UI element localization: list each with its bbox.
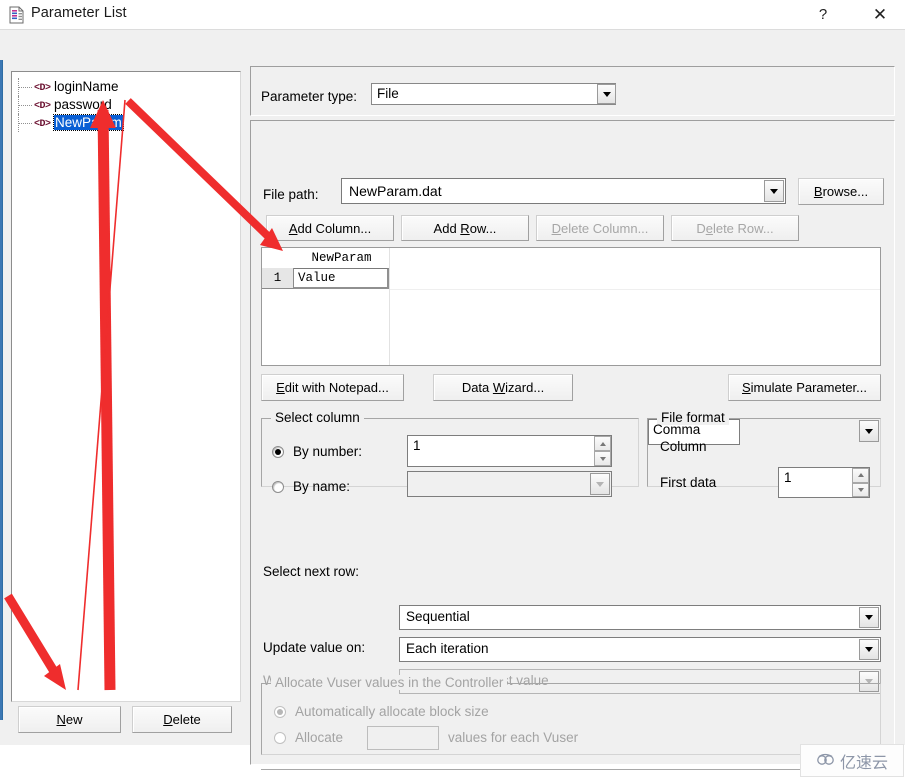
stepper-down-icon[interactable] — [852, 482, 869, 497]
update-value-on-value: Each iteration — [406, 641, 489, 656]
simulate-parameter-button[interactable]: Simulate Parameter... — [728, 374, 881, 401]
delete-button-mnemonic: D — [163, 712, 173, 727]
stepper-up-icon[interactable] — [852, 468, 869, 483]
select-column-legend: Select column — [271, 410, 364, 425]
grid-cell[interactable]: Value — [294, 268, 389, 289]
by-number-value: 1 — [413, 438, 421, 453]
left-accent-strip-inner — [0, 60, 2, 720]
cloud-icon — [816, 752, 836, 770]
parameter-tree[interactable]: <D> loginName <D> password <D> NewParam — [11, 71, 241, 702]
parameter-type-select[interactable]: File — [371, 83, 616, 105]
file-path-value: NewParam.dat — [349, 183, 442, 199]
new-button[interactable]: New — [18, 706, 121, 733]
update-value-on-label: Update value on: — [263, 640, 366, 655]
stepper-down-icon[interactable] — [594, 451, 611, 466]
delete-button[interactable]: Delete — [132, 706, 232, 733]
tree-item-loginName[interactable]: <D> loginName — [12, 78, 240, 96]
chevron-down-icon[interactable] — [859, 607, 879, 628]
chevron-down-icon[interactable] — [859, 420, 879, 442]
edit-with-notepad-button[interactable]: Edit with Notepad... — [261, 374, 404, 401]
delete-column-button: Delete Column... — [536, 215, 664, 241]
update-value-on-select[interactable]: Each iteration — [399, 637, 881, 662]
grid-vertical-separator — [389, 248, 390, 365]
by-number-input[interactable]: 1 — [407, 435, 612, 467]
first-data-label: First data — [660, 475, 717, 490]
tree-item-NewParam[interactable]: <D> NewParam — [12, 114, 240, 132]
by-name-label: By name: — [293, 479, 351, 494]
watermark: 亿速云 — [800, 744, 904, 777]
stepper-up-icon[interactable] — [594, 436, 611, 451]
radio-auto-allocate — [274, 706, 286, 718]
divider — [261, 769, 881, 773]
file-parameter-group: File path: NewParam.dat Browse... Add Co… — [250, 120, 895, 773]
grid-horizontal-separator — [390, 289, 880, 290]
chevron-down-icon — [590, 473, 610, 495]
parameter-type-label: Parameter type: — [261, 89, 358, 104]
column-separator-value: Comma — [653, 422, 701, 437]
radio-by-name[interactable] — [272, 481, 284, 493]
auto-allocate-label: Automatically allocate block size — [295, 704, 489, 719]
tree-item-label: loginName — [54, 79, 119, 94]
parameter-type-value: File — [377, 86, 399, 101]
chevron-down-icon[interactable] — [859, 639, 879, 660]
grid-column-header[interactable]: NewParam — [294, 248, 389, 269]
select-next-row-label: Select next row: — [263, 564, 360, 579]
page-title: Parameter List — [31, 5, 127, 21]
by-name-combo — [407, 471, 612, 497]
new-button-mnemonic: N — [56, 712, 66, 727]
first-data-stepper[interactable] — [852, 468, 869, 497]
browse-button[interactable]: Browse... — [798, 178, 884, 205]
chevron-down-icon[interactable] — [764, 180, 784, 202]
by-number-stepper[interactable] — [594, 436, 611, 466]
help-button[interactable]: ? — [800, 0, 846, 29]
select-next-row-select[interactable]: Sequential — [399, 605, 881, 630]
radio-by-number[interactable] — [272, 446, 284, 458]
parameter-data-grid[interactable]: NewParam 1 Value — [261, 247, 881, 366]
tree-connector-dash — [18, 87, 32, 89]
by-number-label: By number: — [293, 444, 363, 459]
title-bar: Parameter List ? ✕ — [0, 0, 905, 29]
tree-item-password[interactable]: <D> password — [12, 96, 240, 114]
first-data-input[interactable]: 1 — [778, 467, 870, 498]
file-path-label: File path: — [263, 187, 319, 202]
allocate-suffix-label: values for each Vuser — [448, 730, 579, 745]
data-wizard-button[interactable]: Data Wizard... — [433, 374, 573, 401]
tree-item-label-selected: NewParam — [53, 114, 124, 131]
close-button[interactable]: ✕ — [857, 0, 903, 29]
tree-connector-dash — [18, 123, 32, 125]
select-column-group: Select column By number: 1 By name: — [261, 410, 639, 497]
new-button-rest: ew — [65, 712, 83, 727]
select-next-row-value: Sequential — [406, 609, 470, 624]
first-data-value: 1 — [784, 470, 792, 485]
allocate-count-input — [367, 726, 439, 750]
chevron-down-icon[interactable] — [597, 84, 616, 104]
tree-item-label: password — [54, 97, 112, 112]
watermark-text: 亿速云 — [839, 754, 888, 772]
tree-connector-dash — [18, 105, 32, 107]
parameter-icon: <D> — [34, 119, 51, 130]
allocate-vuser-values-group: Allocate Vuser values in the Controller … — [261, 675, 881, 755]
parameter-type-group: Parameter type: File — [250, 66, 895, 116]
allocate-legend: Allocate Vuser values in the Controller — [271, 675, 508, 690]
manual-allocate-label: Allocate — [295, 730, 344, 745]
parameter-list-icon — [9, 6, 25, 24]
file-path-combo[interactable]: NewParam.dat — [341, 178, 786, 204]
column-label: Column — [660, 439, 707, 454]
file-format-group: File format Column Comma First data 1 — [647, 410, 881, 498]
grid-row-header[interactable]: 1 — [262, 268, 294, 289]
parameter-list-dialog: <D> loginName <D> password <D> NewParam New… — [0, 29, 905, 777]
delete-button-rest: elete — [172, 712, 201, 727]
radio-manual-allocate — [274, 732, 286, 744]
add-column-button[interactable]: Add Column... — [266, 215, 394, 241]
add-row-button[interactable]: Add Row... — [401, 215, 529, 241]
parameter-detail-pane: Parameter type: File File path: NewParam… — [250, 63, 895, 773]
delete-row-button: Delete Row... — [671, 215, 799, 241]
